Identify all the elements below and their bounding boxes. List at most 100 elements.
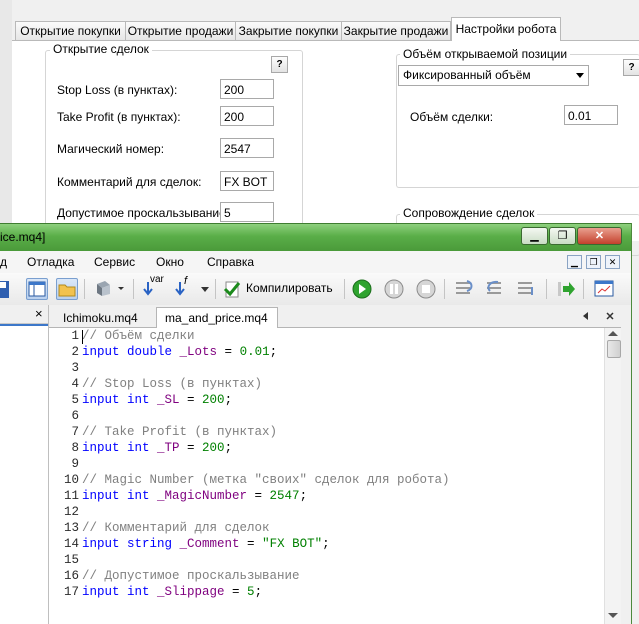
stop-loss-label: Stop Loss (в пунктах):: [57, 83, 178, 97]
tab-close-buy[interactable]: Закрытие покупки: [235, 21, 342, 40]
code-token: // Допустимое проскальзывание: [82, 569, 300, 583]
code-token: =: [247, 489, 270, 503]
toolbar-separator: [444, 279, 445, 299]
scroll-thumb[interactable]: [607, 340, 621, 358]
code-editor[interactable]: 1// Объём сделки 2 input double _Lots = 0.…: [49, 328, 604, 624]
mdi-close-button[interactable]: ✕: [605, 255, 620, 269]
terminal-button[interactable]: [593, 278, 615, 300]
code-token: // Magic Number (метка "своих" сделок дл…: [82, 473, 450, 487]
code-token: ;: [299, 489, 308, 503]
minimize-icon: ▁: [530, 230, 539, 242]
insert-function-button[interactable]: f: [174, 275, 210, 300]
code-token: // Stop Loss (в пунктах): [82, 377, 263, 391]
chevron-left-icon[interactable]: [582, 312, 590, 320]
code-token: =: [179, 393, 203, 407]
scroll-down-icon[interactable]: [608, 613, 618, 618]
code-token: _Slippage: [157, 585, 225, 599]
navigator-header: ×: [0, 305, 48, 324]
menu-service[interactable]: Сервис: [94, 255, 135, 269]
step-out-button[interactable]: [515, 278, 537, 300]
code-text: input int _TP = 200;: [82, 440, 232, 456]
mdi-minimize-button[interactable]: ▁: [567, 255, 582, 269]
code-token: input double: [82, 345, 180, 359]
tab-open-sell[interactable]: Открытие продажи: [125, 21, 236, 40]
navigator-close-icon[interactable]: ×: [35, 306, 43, 321]
code-token: 0.01: [239, 345, 270, 359]
slippage-input[interactable]: 5: [220, 202, 274, 222]
volume-help-button[interactable]: ?: [623, 59, 639, 76]
stop-debug-button[interactable]: [415, 278, 437, 300]
comment-input[interactable]: FX BOT: [220, 171, 274, 191]
code-token: 200: [202, 393, 225, 407]
step-over-button[interactable]: [484, 278, 506, 300]
line-number: 14: [63, 537, 79, 551]
code-token: ;: [269, 345, 278, 359]
tab-open-buy[interactable]: Открытие покупки: [15, 21, 126, 40]
insert-variable-button[interactable]: var: [142, 274, 168, 300]
slippage-label: Допустимое проскальзывание:: [57, 206, 230, 220]
magic-number-input[interactable]: 2547: [220, 138, 274, 158]
code-token: input int: [82, 585, 158, 599]
tab-close-sell[interactable]: Закрытие продажи: [341, 21, 451, 40]
line-number: 13: [63, 521, 79, 535]
code-text: input int _Slippage = 5;: [82, 584, 262, 600]
code-text: // Take Profit (в пунктах): [82, 424, 277, 440]
code-text: // Объём сделки: [82, 328, 195, 344]
minimize-button[interactable]: ▁: [521, 227, 548, 245]
compile-check-icon: [223, 281, 241, 298]
menu-debug[interactable]: Отладка: [27, 255, 74, 269]
toolbar-separator: [583, 279, 584, 299]
close-icon[interactable]: [606, 312, 614, 320]
line-number: 12: [63, 505, 79, 519]
stop-loss-input[interactable]: 200: [220, 79, 274, 99]
vertical-scrollbar[interactable]: [604, 328, 622, 624]
menu-view[interactable]: д: [0, 255, 7, 269]
toolbar-separator: [84, 279, 85, 299]
toolbox-toggle-button[interactable]: [56, 278, 78, 300]
navigator-toggle-button[interactable]: [26, 278, 48, 300]
line-number: 11: [63, 489, 79, 503]
code-text: // Stop Loss (в пунктах): [82, 376, 262, 392]
code-token: ;: [254, 585, 263, 599]
line-number: 16: [63, 569, 79, 583]
save-button[interactable]: [0, 278, 12, 300]
minimize-icon: ▁: [571, 257, 578, 267]
code-token: _Comment: [179, 537, 240, 551]
code-token: _MagicNumber: [157, 489, 248, 503]
code-text: input string _Comment = "FX BOT";: [82, 536, 330, 552]
code-token: ;: [224, 441, 233, 455]
step-into-button[interactable]: [453, 278, 475, 300]
mdi-restore-button[interactable]: ❐: [586, 255, 601, 269]
tracking-group-title: Сопровождение сделок: [400, 206, 538, 220]
window-title: ice.mq4]: [0, 230, 46, 244]
settings-tab-page: Открытие сделок ? Stop Loss (в пунктах):…: [12, 40, 639, 256]
styler-button[interactable]: [94, 278, 128, 300]
open-deals-help-button[interactable]: ?: [271, 56, 288, 73]
code-token: ;: [322, 537, 330, 551]
pause-debug-button[interactable]: [383, 278, 405, 300]
code-text: // Magic Number (метка "своих" сделок дл…: [82, 472, 450, 488]
tab-ma-and-price[interactable]: ma_and_price.mq4: [156, 307, 278, 328]
start-debug-button[interactable]: [351, 278, 373, 300]
take-profit-input[interactable]: 200: [220, 106, 274, 126]
code-text: input int _SL = 200;: [82, 392, 232, 408]
compile-button[interactable]: Компилировать: [222, 278, 340, 300]
line-number: 1: [71, 329, 79, 343]
close-window-button[interactable]: ✕: [577, 227, 622, 245]
f-label: f: [184, 275, 188, 287]
run-to-cursor-button[interactable]: [555, 278, 577, 300]
tab-ichimoku[interactable]: Ichimoku.mq4: [55, 309, 146, 327]
menu-help[interactable]: Справка: [207, 255, 254, 269]
scroll-up-icon[interactable]: [608, 331, 618, 336]
volume-input[interactable]: 0.01: [564, 105, 618, 125]
code-token: _SL: [157, 393, 180, 407]
code-token: 5: [247, 585, 255, 599]
code-token: // Объём сделки: [82, 329, 195, 343]
line-number: 4: [71, 377, 79, 391]
restore-button[interactable]: ❐: [549, 227, 576, 245]
menu-window[interactable]: Окно: [156, 255, 184, 269]
code-token: // Комментарий для сделок: [82, 521, 270, 535]
tab-robot-settings[interactable]: Настройки робота: [451, 17, 561, 41]
code-token: input string: [82, 537, 180, 551]
volume-mode-select[interactable]: Фиксированный объём: [398, 65, 589, 86]
